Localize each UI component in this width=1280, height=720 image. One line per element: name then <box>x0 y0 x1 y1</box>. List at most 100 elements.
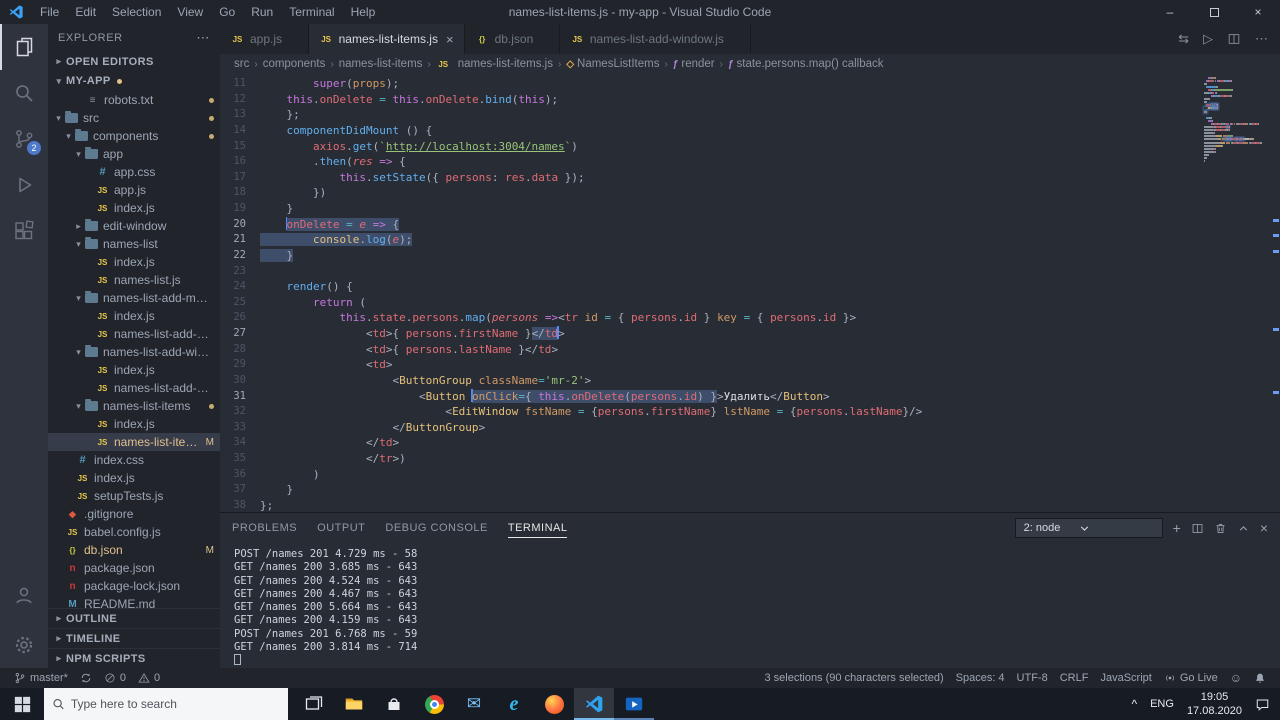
status-language-mode[interactable]: JavaScript <box>1094 668 1157 688</box>
tree-item[interactable]: JS index.js <box>48 361 220 379</box>
start-button[interactable] <box>0 688 44 720</box>
kill-terminal-icon[interactable] <box>1214 522 1227 535</box>
firefox-taskbar-button[interactable] <box>534 688 574 720</box>
open-editors-header[interactable]: ▸ OPEN EDITORS <box>48 52 220 72</box>
tree-item[interactable]: ▾ src <box>48 109 220 127</box>
taskbar-search[interactable] <box>44 688 288 720</box>
menu-file[interactable]: File <box>32 0 67 24</box>
search-icon[interactable] <box>0 70 48 116</box>
tree-item[interactable]: ▾ names-list-add-window <box>48 343 220 361</box>
tree-item[interactable]: ▾ names-list-items <box>48 397 220 415</box>
breadcrumb-item[interactable]: JS names-list-items.js <box>436 58 553 70</box>
section-outline[interactable]: ▸ OUTLINE <box>48 608 220 628</box>
account-icon[interactable] <box>0 572 48 618</box>
store-taskbar-button[interactable] <box>374 688 414 720</box>
status-indentation[interactable]: Spaces: 4 <box>950 668 1011 688</box>
maximize-button[interactable] <box>1192 0 1236 24</box>
tree-item[interactable]: JS setupTests.js <box>48 487 220 505</box>
explorer-actions-icon[interactable]: ⋯ <box>196 30 210 46</box>
breadcrumb-item[interactable]: ◇ NamesListItems <box>566 58 659 70</box>
tree-item[interactable]: ▾ names-list-add-modal <box>48 289 220 307</box>
explorer-icon[interactable] <box>0 24 48 70</box>
tree-item[interactable]: JS index.js <box>48 253 220 271</box>
panel-tab-debug-console[interactable]: DEBUG CONSOLE <box>385 518 487 538</box>
tree-item[interactable]: ▾ names-list <box>48 235 220 253</box>
settings-gear-icon[interactable] <box>0 622 48 668</box>
tray-expand-icon[interactable]: ^ <box>1131 697 1137 711</box>
status-go-live[interactable]: Go Live <box>1158 668 1224 688</box>
tree-item[interactable]: JS index.js <box>48 469 220 487</box>
maximize-panel-icon[interactable] <box>1237 522 1250 535</box>
tree-item[interactable]: JS index.js <box>48 307 220 325</box>
tree-item[interactable]: ≡ robots.txt <box>48 91 220 109</box>
chrome-taskbar-button[interactable] <box>414 688 454 720</box>
editor-tab[interactable]: JS names-list-items.js × <box>308 24 465 54</box>
source-control-icon[interactable]: 2 <box>0 116 48 162</box>
taskbar-clock[interactable]: 19:05 17.08.2020 <box>1187 690 1242 719</box>
tree-item[interactable]: ▾ app <box>48 145 220 163</box>
status-eol[interactable]: CRLF <box>1054 668 1095 688</box>
tree-item[interactable]: M README.md <box>48 595 220 608</box>
status-selection-info[interactable]: 3 selections (90 characters selected) <box>758 668 949 688</box>
minimize-button[interactable]: – <box>1148 0 1192 24</box>
tree-item[interactable]: ▸ edit-window <box>48 217 220 235</box>
media-player-taskbar-button[interactable] <box>614 688 654 720</box>
menu-terminal[interactable]: Terminal <box>281 0 342 24</box>
menu-selection[interactable]: Selection <box>104 0 169 24</box>
extensions-icon[interactable] <box>0 208 48 254</box>
tree-item[interactable]: JS names-list-add-wind... <box>48 379 220 397</box>
menu-run[interactable]: Run <box>243 0 281 24</box>
editor-tab[interactable]: {}db.json× <box>464 24 560 54</box>
tree-item[interactable]: ◆ .gitignore <box>48 505 220 523</box>
root-folder-header[interactable]: ▾ MY-APP <box>48 72 220 92</box>
panel-tab-output[interactable]: OUTPUT <box>317 518 365 538</box>
terminal-shell-select[interactable]: 2: node <box>1014 518 1163 538</box>
breadcrumb-item[interactable]: src <box>234 58 249 70</box>
status-encoding[interactable]: UTF-8 <box>1011 668 1054 688</box>
tree-item[interactable]: ▾ components <box>48 127 220 145</box>
status-feedback[interactable]: ☺ <box>1224 668 1248 688</box>
status-sync[interactable] <box>74 668 98 688</box>
action-center-icon[interactable] <box>1255 697 1270 712</box>
status-notifications[interactable] <box>1248 668 1272 688</box>
terminal-output[interactable]: POST /names 201 4.729 ms - 58 GET /names … <box>220 543 1280 668</box>
new-terminal-icon[interactable]: + <box>1173 521 1181 535</box>
menu-edit[interactable]: Edit <box>67 0 104 24</box>
task-view-taskbar-button[interactable] <box>294 688 334 720</box>
breadcrumb-item[interactable]: ƒ state.persons.map() callback <box>728 58 884 70</box>
vscode-taskbar-button[interactable] <box>574 688 614 720</box>
mail-taskbar-button[interactable]: ✉ <box>454 688 494 720</box>
close-icon[interactable]: × <box>446 32 454 47</box>
search-input[interactable] <box>70 697 280 711</box>
menu-help[interactable]: Help <box>343 0 384 24</box>
tree-item[interactable]: JS index.js <box>48 199 220 217</box>
menu-view[interactable]: View <box>169 0 211 24</box>
panel-tab-problems[interactable]: PROBLEMS <box>232 518 297 538</box>
panel-tab-terminal[interactable]: TERMINAL <box>507 518 568 538</box>
tree-item[interactable]: # app.css <box>48 163 220 181</box>
run-debug-icon[interactable] <box>0 162 48 208</box>
tree-item[interactable]: {} db.json M <box>48 541 220 559</box>
tree-item[interactable]: JS names-list-item... M <box>48 433 220 452</box>
close-panel-icon[interactable]: × <box>1260 521 1268 535</box>
editor-tab[interactable]: JSapp.js× <box>220 24 309 54</box>
open-changes-icon[interactable]: ⇆ <box>1178 31 1189 47</box>
section-timeline[interactable]: ▸ TIMELINE <box>48 628 220 648</box>
status-git-branch[interactable]: master* <box>8 668 74 688</box>
tree-item[interactable]: JS babel.config.js <box>48 523 220 541</box>
tree-item[interactable]: n package-lock.json <box>48 577 220 595</box>
tree-item[interactable]: JS app.js <box>48 181 220 199</box>
menu-go[interactable]: Go <box>211 0 243 24</box>
tree-item[interactable]: JS names-list-add-moda... <box>48 325 220 343</box>
more-actions-icon[interactable]: ⋯ <box>1255 31 1268 47</box>
status-warnings[interactable]: 0 <box>132 668 166 688</box>
breadcrumb-item[interactable]: ƒ render <box>673 58 715 70</box>
tree-item[interactable]: n package.json <box>48 559 220 577</box>
split-editor-icon[interactable] <box>1227 32 1241 46</box>
file-explorer-taskbar-button[interactable] <box>334 688 374 720</box>
code-editor[interactable]: 11 super(props); 12 this.onDelete = this.… <box>220 74 1280 512</box>
close-button[interactable]: × <box>1236 0 1280 24</box>
status-errors[interactable]: 0 <box>98 668 132 688</box>
section-npm-scripts[interactable]: ▸ NPM SCRIPTS <box>48 648 220 668</box>
edge-taskbar-button[interactable]: e <box>494 688 534 720</box>
